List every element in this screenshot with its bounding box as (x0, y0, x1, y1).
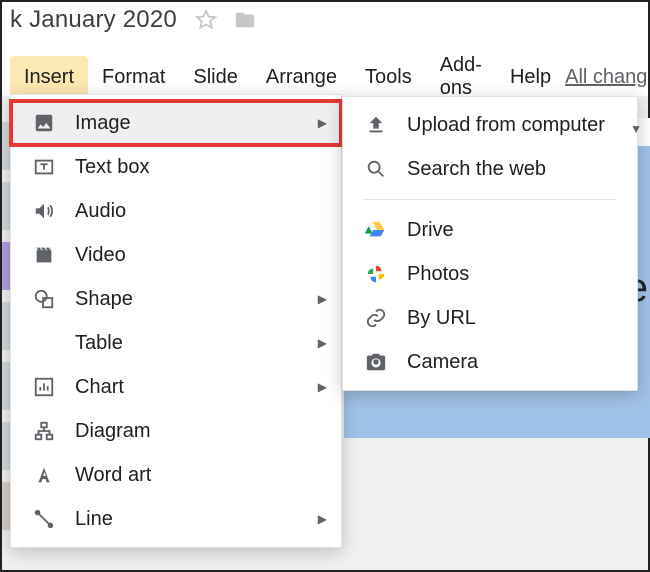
insert-diagram[interactable]: Diagram (11, 409, 341, 453)
image-upload-label: Upload from computer (407, 114, 623, 137)
camera-icon (363, 349, 389, 375)
image-photos[interactable]: Photos (343, 252, 637, 296)
insert-audio[interactable]: Audio (11, 189, 341, 233)
image-photos-label: Photos (407, 263, 623, 286)
image-icon (31, 110, 57, 136)
image-camera-label: Camera (407, 351, 623, 374)
insert-line[interactable]: Line ▶ (11, 497, 341, 541)
textbox-icon (31, 154, 57, 180)
insert-image[interactable]: Image ▶ (11, 101, 341, 145)
insert-table[interactable]: Table ▶ (11, 321, 341, 365)
image-drive[interactable]: Drive (343, 208, 637, 252)
chevron-down-icon[interactable]: ▼ (630, 122, 642, 136)
insert-wordart[interactable]: Word art (11, 453, 341, 497)
insert-textbox[interactable]: Text box (11, 145, 341, 189)
chevron-right-icon: ▶ (318, 512, 327, 526)
insert-shape[interactable]: Shape ▶ (11, 277, 341, 321)
wordart-icon (31, 462, 57, 488)
image-by-url-label: By URL (407, 307, 623, 330)
search-icon (363, 156, 389, 182)
menu-help[interactable]: Help (496, 56, 565, 99)
insert-textbox-label: Text box (75, 156, 327, 179)
folder-icon[interactable] (233, 9, 257, 31)
link-icon (363, 305, 389, 331)
star-icon[interactable] (195, 9, 217, 31)
image-submenu: Upload from computer Search the web Driv… (342, 96, 638, 391)
insert-diagram-label: Diagram (75, 420, 327, 443)
menu-separator (363, 199, 617, 200)
menu-arrange[interactable]: Arrange (252, 56, 351, 99)
drive-icon (363, 217, 389, 243)
insert-wordart-label: Word art (75, 464, 327, 487)
document-title[interactable]: k January 2020 (8, 6, 179, 34)
insert-video[interactable]: Video (11, 233, 341, 277)
video-icon (31, 242, 57, 268)
audio-icon (31, 198, 57, 224)
image-by-url[interactable]: By URL (343, 296, 637, 340)
image-search-web[interactable]: Search the web (343, 147, 637, 191)
insert-dropdown: Image ▶ Text box Audio Video Shape ▶ Tab… (10, 94, 342, 548)
image-drive-label: Drive (407, 219, 623, 242)
menu-slide[interactable]: Slide (179, 56, 251, 99)
line-icon (31, 506, 57, 532)
chart-icon (31, 374, 57, 400)
chevron-right-icon: ▶ (318, 116, 327, 130)
chevron-right-icon: ▶ (318, 336, 327, 350)
image-camera[interactable]: Camera (343, 340, 637, 384)
insert-shape-label: Shape (75, 288, 318, 311)
insert-line-label: Line (75, 508, 318, 531)
chevron-right-icon: ▶ (318, 292, 327, 306)
menu-format[interactable]: Format (88, 56, 179, 99)
menu-insert[interactable]: Insert (10, 56, 88, 99)
insert-chart[interactable]: Chart ▶ (11, 365, 341, 409)
menu-tools[interactable]: Tools (351, 56, 426, 99)
insert-table-label: Table (75, 332, 318, 355)
insert-chart-label: Chart (75, 376, 318, 399)
all-changes-saved-link[interactable]: All chang (565, 66, 647, 89)
insert-video-label: Video (75, 244, 327, 267)
photos-icon (363, 261, 389, 287)
chevron-right-icon: ▶ (318, 380, 327, 394)
insert-image-label: Image (75, 112, 318, 135)
image-upload[interactable]: Upload from computer (343, 103, 637, 147)
upload-icon (363, 112, 389, 138)
insert-audio-label: Audio (75, 200, 327, 223)
image-search-web-label: Search the web (407, 158, 623, 181)
diagram-icon (31, 418, 57, 444)
shape-icon (31, 286, 57, 312)
